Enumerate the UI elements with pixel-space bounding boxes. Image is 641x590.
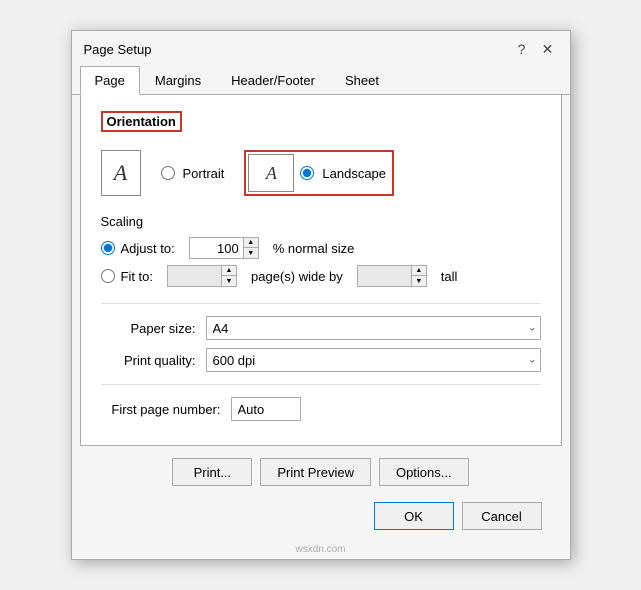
page-setup-dialog: Page Setup ? ✕ Page Margins Header/Foote… bbox=[71, 30, 571, 560]
fit-tall-suffix: tall bbox=[441, 269, 458, 284]
tab-bar: Page Margins Header/Footer Sheet bbox=[72, 65, 570, 95]
fit-wide-btns: ▲ ▼ bbox=[222, 265, 237, 287]
first-page-label: First page number: bbox=[101, 402, 231, 417]
adjust-label-wrap[interactable]: Adjust to: bbox=[101, 241, 175, 256]
adjust-radio[interactable] bbox=[101, 241, 115, 255]
fit-radio[interactable] bbox=[101, 269, 115, 283]
portrait-option[interactable]: Portrait bbox=[161, 166, 225, 181]
print-preview-button[interactable]: Print Preview bbox=[260, 458, 371, 486]
action-buttons-row: Print... Print Preview Options... bbox=[80, 446, 562, 494]
print-quality-label: Print quality: bbox=[101, 353, 206, 368]
page-content: Orientation A Portrait A Lan bbox=[80, 95, 562, 446]
watermark: wsxdn.com bbox=[72, 542, 570, 559]
first-page-row: First page number: bbox=[101, 397, 541, 421]
title-bar: Page Setup ? ✕ bbox=[72, 31, 570, 65]
title-bar-controls: ? ✕ bbox=[512, 39, 558, 59]
print-quality-row: Print quality: 600 dpi 300 dpi 1200 dpi … bbox=[101, 348, 541, 372]
paper-size-row: Paper size: A4 Letter Legal ⌄ bbox=[101, 316, 541, 340]
portrait-icon: A bbox=[101, 150, 141, 196]
divider-2 bbox=[101, 384, 541, 385]
fit-tall-up-btn[interactable]: ▲ bbox=[412, 266, 426, 276]
adjust-row: Adjust to: ▲ ▼ % normal size bbox=[101, 237, 541, 259]
print-button[interactable]: Print... bbox=[172, 458, 252, 486]
fit-tall-spinner: ▲ ▼ bbox=[357, 265, 427, 287]
landscape-icon: A bbox=[248, 154, 294, 192]
paper-size-select[interactable]: A4 Letter Legal bbox=[206, 316, 541, 340]
dialog-title: Page Setup bbox=[84, 42, 152, 57]
adjust-up-btn[interactable]: ▲ bbox=[244, 238, 258, 248]
fit-label-wrap[interactable]: Fit to: bbox=[101, 269, 154, 284]
options-button[interactable]: Options... bbox=[379, 458, 469, 486]
adjust-down-btn[interactable]: ▼ bbox=[244, 248, 258, 258]
cancel-button[interactable]: Cancel bbox=[462, 502, 542, 530]
fit-tall-input[interactable] bbox=[357, 265, 412, 287]
portrait-radio[interactable] bbox=[161, 166, 175, 180]
ok-button[interactable]: OK bbox=[374, 502, 454, 530]
fit-tall-btns: ▲ ▼ bbox=[412, 265, 427, 287]
landscape-label: Landscape bbox=[322, 166, 386, 181]
fit-label: Fit to: bbox=[121, 269, 154, 284]
print-quality-wrapper: 600 dpi 300 dpi 1200 dpi ⌄ bbox=[206, 348, 541, 372]
ok-cancel-row: OK Cancel bbox=[80, 494, 562, 542]
paper-size-label: Paper size: bbox=[101, 321, 206, 336]
tab-sheet[interactable]: Sheet bbox=[330, 66, 394, 95]
tab-margins[interactable]: Margins bbox=[140, 66, 216, 95]
fit-wide-input[interactable] bbox=[167, 265, 222, 287]
orientation-section-title: Orientation bbox=[101, 111, 182, 132]
portrait-label: Portrait bbox=[183, 166, 225, 181]
fit-wide-suffix: page(s) wide by bbox=[251, 269, 343, 284]
first-page-input[interactable] bbox=[231, 397, 301, 421]
fit-wide-down-btn[interactable]: ▼ bbox=[222, 276, 236, 286]
landscape-wrap: A Landscape bbox=[244, 150, 394, 196]
adjust-value-input[interactable] bbox=[189, 237, 244, 259]
print-quality-select[interactable]: 600 dpi 300 dpi 1200 dpi bbox=[206, 348, 541, 372]
fit-row: Fit to: ▲ ▼ page(s) wide by ▲ ▼ bbox=[101, 265, 541, 287]
fit-wide-spinner: ▲ ▼ bbox=[167, 265, 237, 287]
scaling-title: Scaling bbox=[101, 214, 541, 229]
orientation-row: A Portrait A Landscape bbox=[101, 150, 541, 196]
close-button[interactable]: ✕ bbox=[538, 39, 558, 59]
landscape-option[interactable]: Landscape bbox=[300, 166, 386, 181]
adjust-spinner-btns: ▲ ▼ bbox=[244, 237, 259, 259]
adjust-suffix: % normal size bbox=[273, 241, 355, 256]
fit-wide-up-btn[interactable]: ▲ bbox=[222, 266, 236, 276]
divider-1 bbox=[101, 303, 541, 304]
help-button[interactable]: ? bbox=[512, 39, 532, 59]
tab-header-footer[interactable]: Header/Footer bbox=[216, 66, 330, 95]
paper-size-wrapper: A4 Letter Legal ⌄ bbox=[206, 316, 541, 340]
adjust-spinner: ▲ ▼ bbox=[189, 237, 259, 259]
scaling-section: Scaling Adjust to: ▲ ▼ % normal size bbox=[101, 214, 541, 287]
fit-tall-down-btn[interactable]: ▼ bbox=[412, 276, 426, 286]
adjust-label: Adjust to: bbox=[121, 241, 175, 256]
tab-page[interactable]: Page bbox=[80, 66, 140, 95]
landscape-radio[interactable] bbox=[300, 166, 314, 180]
